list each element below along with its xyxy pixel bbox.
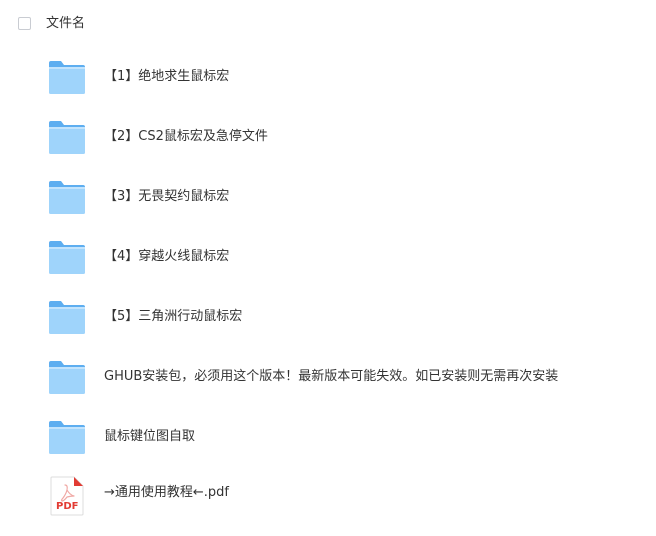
file-name[interactable]: 鼠标键位图自取 xyxy=(104,428,195,446)
file-row[interactable]: 【3】无畏契约鼠标宏 xyxy=(0,178,656,238)
file-row[interactable]: PDF →通用使用教程←.pdf xyxy=(0,476,656,536)
pdf-badge-text: PDF xyxy=(56,501,78,512)
file-name[interactable]: GHUB安装包，必须用这个版本！最新版本可能失效。如已安装则无需再次安装 xyxy=(104,368,558,386)
filename-column-header[interactable]: 文件名 xyxy=(46,15,85,33)
select-all-checkbox[interactable] xyxy=(18,17,31,30)
folder-icon xyxy=(48,358,86,396)
file-name[interactable]: 【5】三角洲行动鼠标宏 xyxy=(104,308,242,326)
file-row[interactable]: GHUB安装包，必须用这个版本！最新版本可能失效。如已安装则无需再次安装 xyxy=(0,358,656,418)
file-name[interactable]: 【3】无畏契约鼠标宏 xyxy=(104,188,229,206)
file-row[interactable]: 【5】三角洲行动鼠标宏 xyxy=(0,298,656,358)
file-name[interactable]: 【1】绝地求生鼠标宏 xyxy=(104,68,229,86)
folder-icon xyxy=(48,58,86,96)
file-row[interactable]: 【4】穿越火线鼠标宏 xyxy=(0,238,656,298)
file-name[interactable]: 【2】CS2鼠标宏及急停文件 xyxy=(104,128,268,146)
file-row[interactable]: 【1】绝地求生鼠标宏 xyxy=(0,58,656,118)
file-row[interactable]: 【2】CS2鼠标宏及急停文件 xyxy=(0,118,656,178)
file-list-header: 文件名 xyxy=(0,0,656,48)
pdf-file-icon: PDF xyxy=(50,476,84,516)
file-name[interactable]: →通用使用教程←.pdf xyxy=(104,484,229,502)
file-row[interactable]: 鼠标键位图自取 xyxy=(0,418,656,478)
folder-icon xyxy=(48,418,86,456)
folder-icon xyxy=(48,238,86,276)
file-name[interactable]: 【4】穿越火线鼠标宏 xyxy=(104,248,229,266)
folder-icon xyxy=(48,178,86,216)
folder-icon xyxy=(48,118,86,156)
folder-icon xyxy=(48,298,86,336)
